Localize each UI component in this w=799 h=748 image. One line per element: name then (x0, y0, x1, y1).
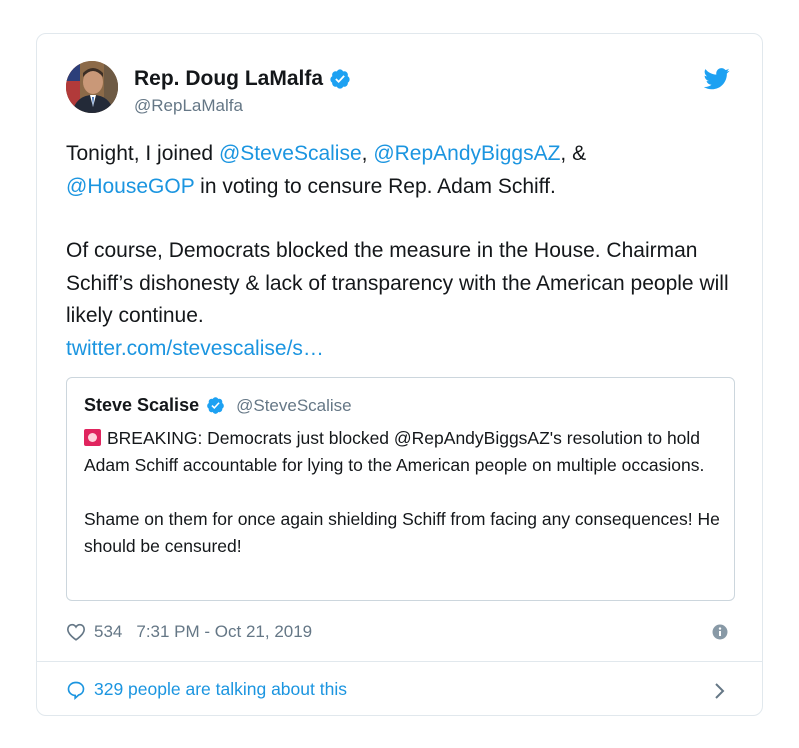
mention-link[interactable]: @RepAndyBiggsAZ (373, 142, 560, 165)
tweet-paragraph-1: Tonight, I joined @SteveScalise, @RepAnd… (66, 138, 746, 203)
verified-badge-icon (330, 69, 350, 89)
twitter-bird-icon[interactable] (704, 68, 730, 90)
verified-badge-icon (207, 397, 224, 414)
tweet-meta: 534 7:31 PM - Oct 21, 2019 (66, 622, 312, 642)
tweet-paragraph-2: Of course, Democrats blocked the measure… (66, 235, 746, 365)
heart-icon[interactable] (66, 623, 86, 641)
like-count[interactable]: 534 (94, 622, 122, 642)
rotating-light-emoji-icon (84, 429, 101, 446)
talking-link[interactable]: 329 people are talking about this (66, 679, 347, 700)
tweet-text-segment: Of course, Democrats blocked the measure… (66, 239, 729, 327)
chevron-right-icon[interactable] (714, 682, 726, 700)
quoted-tweet-header: Steve Scalise @SteveScalise (84, 395, 352, 416)
talking-link-text: 329 people are talking about this (94, 679, 347, 699)
quoted-text-segment: BREAKING: Democrats just blocked @RepAnd… (84, 428, 705, 475)
tweet-text-segment: in voting to censure Rep. Adam Schiff. (194, 174, 556, 198)
quoted-paragraph-2: Shame on them for once again shielding S… (84, 509, 720, 556)
quoted-author-name[interactable]: Steve Scalise (84, 395, 199, 416)
tweet-timestamp[interactable]: 7:31 PM - Oct 21, 2019 (136, 622, 312, 642)
mention-link[interactable]: @HouseGOP (66, 175, 194, 198)
speech-bubble-icon (67, 681, 85, 700)
quoted-paragraph-1: BREAKING: Democrats just blocked @RepAnd… (84, 425, 724, 479)
info-icon[interactable] (712, 624, 728, 640)
mention-link[interactable]: @SteveScalise (219, 142, 362, 165)
tweet-text-segment: Tonight, I joined (66, 142, 219, 165)
author-name[interactable]: Rep. Doug LaMalfa (134, 67, 351, 91)
avatar-image (66, 61, 118, 113)
tweet-body: Tonight, I joined @SteveScalise, @RepAnd… (66, 138, 746, 365)
author-name-text: Rep. Doug LaMalfa (134, 67, 324, 90)
tweet-link[interactable]: twitter.com/stevescalise/s… (66, 337, 324, 360)
embedded-tweet-card: Rep. Doug LaMalfa @RepLaMalfa Tonight, I… (36, 33, 763, 716)
quoted-author-handle[interactable]: @SteveScalise (236, 396, 352, 416)
quoted-tweet-body: BREAKING: Democrats just blocked @RepAnd… (84, 425, 724, 560)
tweet-text-segment: , (361, 142, 374, 165)
quoted-tweet[interactable]: Steve Scalise @SteveScalise BREAKING: De… (66, 377, 735, 601)
author-handle[interactable]: @RepLaMalfa (134, 96, 243, 116)
author-avatar[interactable] (66, 61, 118, 113)
tweet-text-segment: , & (560, 142, 587, 165)
footer-divider (37, 661, 762, 662)
